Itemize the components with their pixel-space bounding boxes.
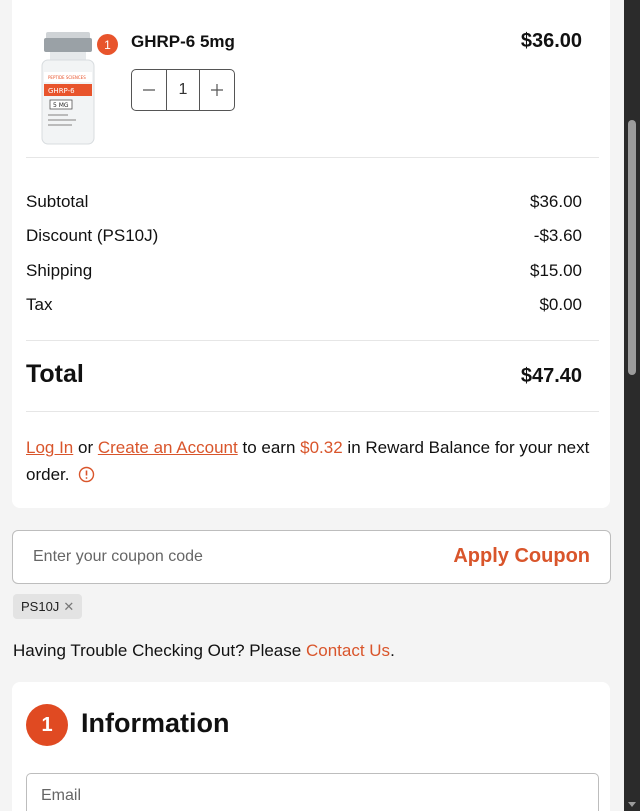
increase-quantity-button[interactable] <box>200 70 234 110</box>
applied-coupon-chip: PS10J ✕ <box>13 594 83 619</box>
total-label: Total <box>26 360 84 388</box>
help-suffix: . <box>390 641 395 660</box>
info-icon[interactable] <box>78 466 95 483</box>
discount-label: Discount (PS10J) <box>26 226 159 245</box>
login-link[interactable]: Log In <box>26 438 73 457</box>
coupon-box: Apply Coupon <box>12 530 611 584</box>
quantity-value[interactable]: 1 <box>165 70 201 110</box>
email-input[interactable] <box>41 784 581 808</box>
contact-us-link[interactable]: Contact Us <box>306 641 390 660</box>
applied-coupon-code: PS10J <box>21 599 60 614</box>
product-name: GHRP-6 5mg <box>131 32 235 51</box>
email-field <box>26 773 599 811</box>
reward-earn-text: to earn <box>242 438 296 457</box>
information-heading: Information <box>81 708 230 738</box>
minus-icon <box>142 89 155 91</box>
product-vial-image: PEPTIDE SCIENCES GHRP-6 5 MG <box>41 32 95 145</box>
reward-or-text: or <box>78 438 94 457</box>
scrollbar-thumb[interactable] <box>628 120 636 375</box>
divider <box>26 340 599 341</box>
vial-brand-text: PEPTIDE SCIENCES <box>48 75 86 80</box>
apply-coupon-button[interactable]: Apply Coupon <box>453 545 590 568</box>
help-text: Having Trouble Checking Out? Please <box>13 641 302 660</box>
divider <box>26 411 599 412</box>
subtotal-value: $36.00 <box>530 192 582 211</box>
divider <box>26 157 599 158</box>
page-scrollbar[interactable] <box>624 0 640 811</box>
coupon-code-input[interactable] <box>33 543 413 571</box>
vial-product-text: GHRP-6 <box>48 87 75 95</box>
tax-value: $0.00 <box>539 295 582 314</box>
subtotal-label: Subtotal <box>26 192 89 211</box>
decrease-quantity-button[interactable] <box>132 70 166 110</box>
remove-coupon-icon[interactable]: ✕ <box>63 599 74 615</box>
checkout-help-text: Having Trouble Checking Out? Please Cont… <box>13 641 395 661</box>
shipping-value: $15.00 <box>530 261 582 280</box>
quantity-stepper: 1 <box>131 69 235 111</box>
checkout-page: PEPTIDE SCIENCES GHRP-6 5 MG 1 GHRP-6 5m… <box>0 0 624 811</box>
create-account-link[interactable]: Create an Account <box>98 438 238 457</box>
vial-dose-text: 5 MG <box>53 102 69 109</box>
shipping-label: Shipping <box>26 261 93 280</box>
scroll-down-arrow-icon[interactable] <box>628 802 636 807</box>
step-number-badge: 1 <box>26 704 68 746</box>
plus-icon <box>211 84 224 96</box>
tax-label: Tax <box>26 295 53 314</box>
reward-message: Log In or Create an Account to earn $0.3… <box>26 434 606 488</box>
reward-amount: $0.32 <box>300 438 343 457</box>
item-count-badge: 1 <box>97 34 118 55</box>
product-price: $36.00 <box>520 30 582 52</box>
discount-value: -$3.60 <box>533 226 582 245</box>
total-value: $47.40 <box>520 365 582 387</box>
